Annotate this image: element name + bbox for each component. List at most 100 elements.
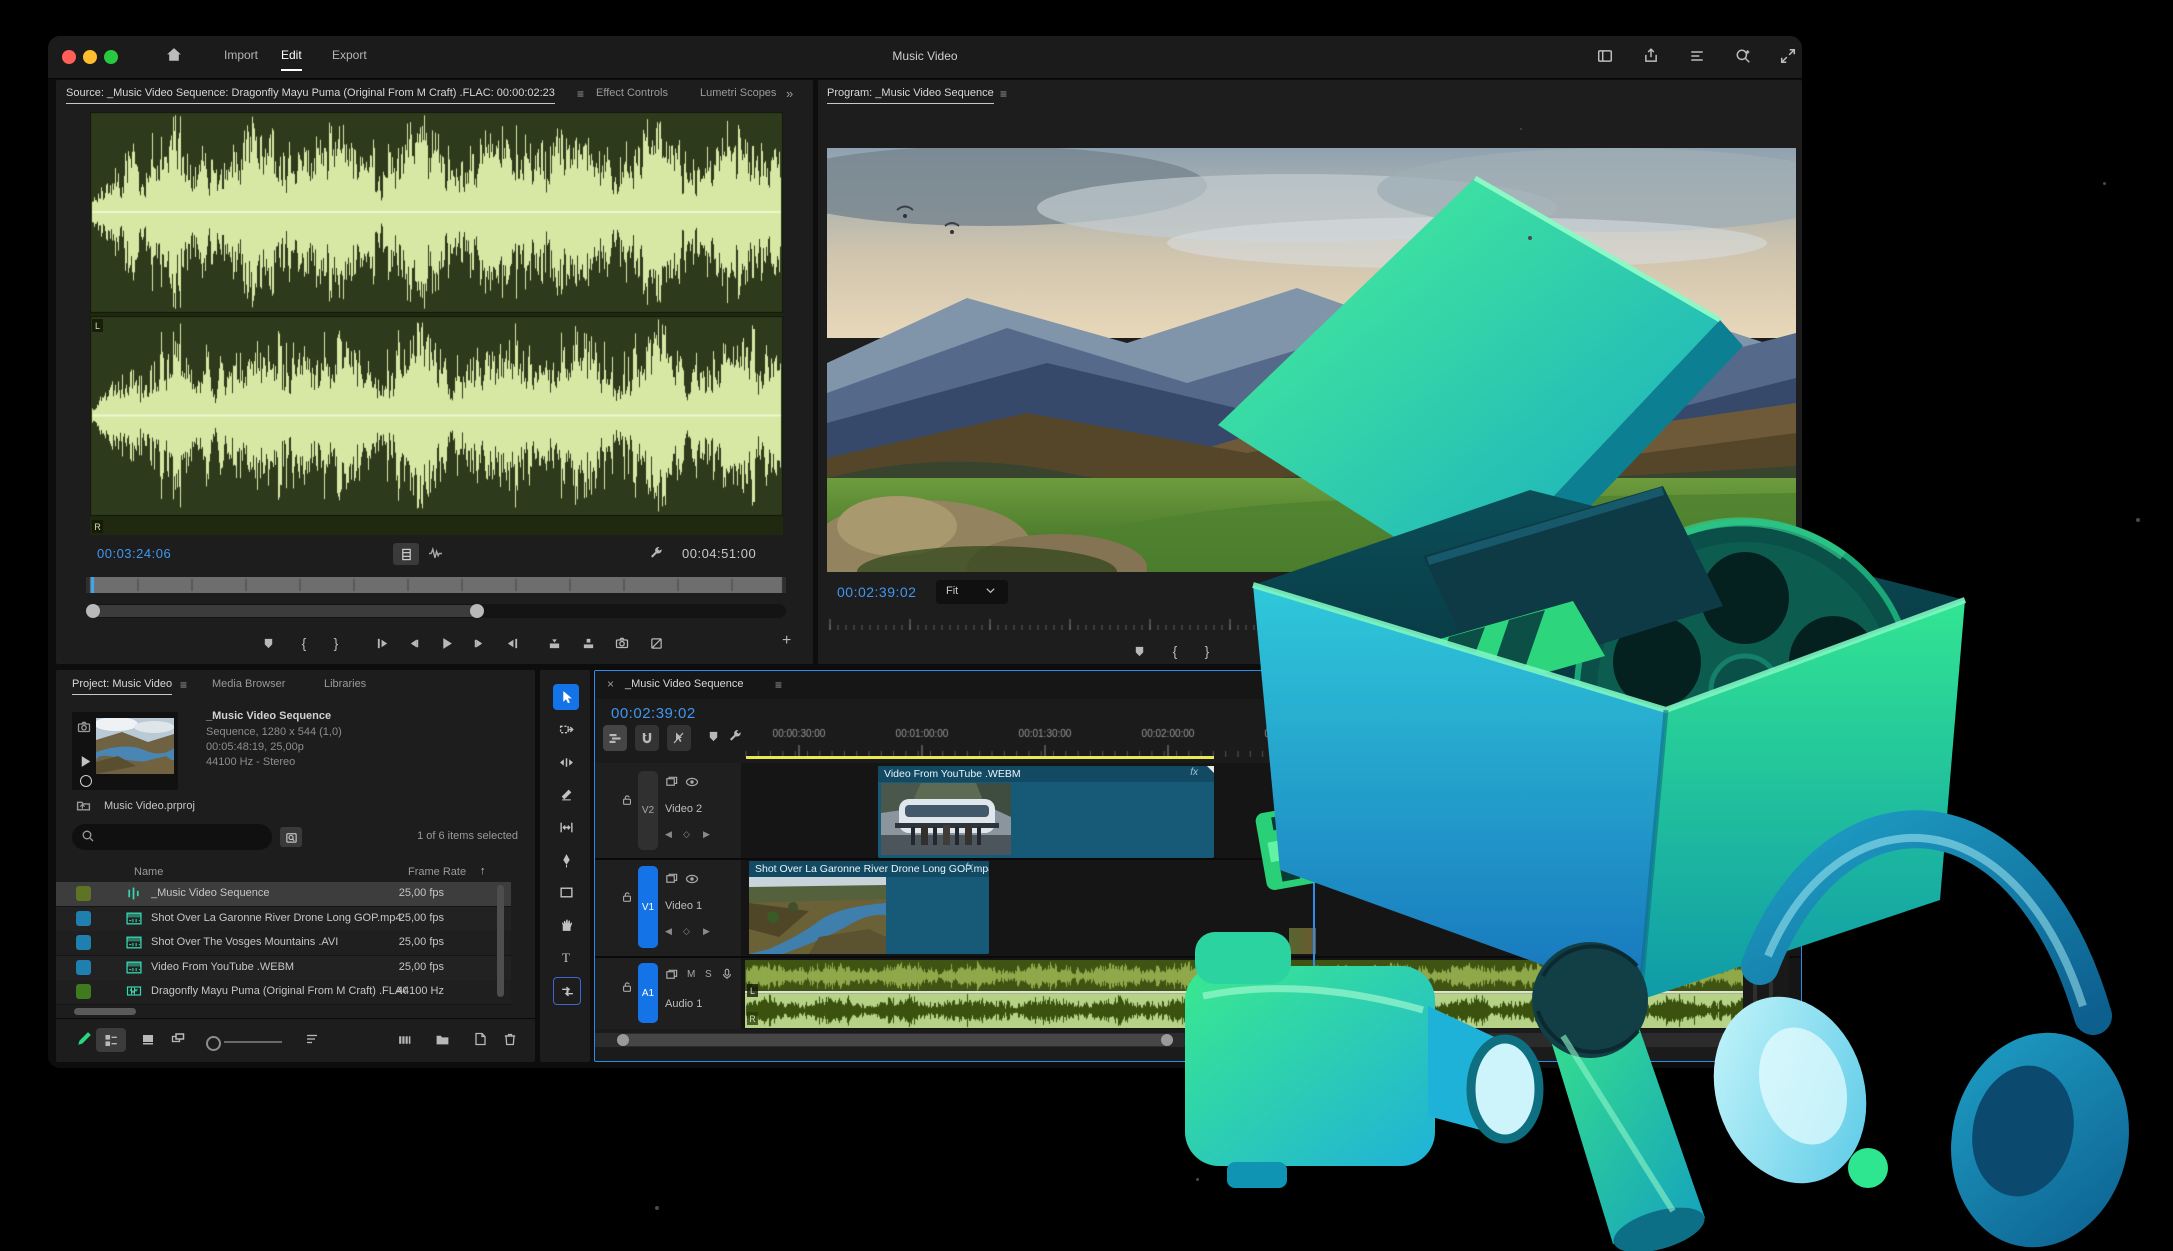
panel-menu-icon[interactable]: ≡ <box>775 678 782 692</box>
hand-tool[interactable] <box>553 912 579 938</box>
timeline-ruler[interactable] <box>745 719 1795 757</box>
project-item-row[interactable]: Video From YouTube .WEBM25,00 fps <box>56 956 511 981</box>
lock-icon[interactable] <box>621 980 633 998</box>
go-to-in-button[interactable] <box>370 632 394 654</box>
track-target-v2[interactable]: V2 <box>638 771 658 850</box>
column-header-frame-rate[interactable]: Frame Rate <box>408 866 466 878</box>
insert-button[interactable] <box>542 632 566 654</box>
zoom-handle-left[interactable] <box>86 604 100 618</box>
mark-in-button[interactable]: { <box>292 632 316 654</box>
label-color-chip[interactable] <box>76 960 91 975</box>
zoom-slider-track[interactable] <box>224 1041 282 1043</box>
export-frame-button[interactable] <box>610 632 634 654</box>
tab-project[interactable]: Project: Music Video <box>72 678 172 695</box>
kf-next-icon[interactable]: ▶ <box>703 926 710 937</box>
kf-next-icon[interactable]: ▶ <box>703 829 710 840</box>
playhead[interactable] <box>1313 727 1315 1045</box>
add-panel-button[interactable]: + <box>782 632 791 650</box>
nested-sequence-icon[interactable] <box>603 725 627 751</box>
play-button[interactable] <box>434 632 458 654</box>
panel-menu-icon[interactable]: ≡ <box>577 87 584 101</box>
step-back-button[interactable] <box>402 632 426 654</box>
list-view-icon[interactable] <box>96 1028 126 1052</box>
new-item-icon[interactable] <box>468 1028 492 1050</box>
rectangle-tool[interactable] <box>553 880 579 906</box>
new-bin-icon[interactable] <box>430 1028 454 1050</box>
folder-up-icon[interactable] <box>76 798 91 818</box>
tab-media-browser[interactable]: Media Browser <box>212 678 285 690</box>
settings-wrench-icon[interactable] <box>649 546 663 565</box>
clip-video-from-youtube[interactable]: Video From YouTube .WEBM fx <box>878 766 1214 858</box>
track-name[interactable]: Video 2 <box>665 803 702 815</box>
search-box[interactable] <box>72 824 272 850</box>
source-patch-icon[interactable] <box>665 872 678 890</box>
source-patch-icon[interactable] <box>665 775 678 793</box>
sort-direction-icon[interactable]: ↑ <box>480 865 486 877</box>
track-name[interactable]: Audio 1 <box>665 998 702 1010</box>
project-item-row[interactable]: Shot Over La Garonne River Drone Long GO… <box>56 907 511 932</box>
project-item-row[interactable]: Dragonfly Mayu Puma (Original From M Cra… <box>56 980 511 1005</box>
project-item-row[interactable]: Shot Over The Vosges Mountains .AVI25,00… <box>56 931 511 956</box>
icon-view-icon[interactable] <box>136 1028 160 1050</box>
panel-menu-icon[interactable]: ≡ <box>1000 87 1007 101</box>
zoom-level-select[interactable]: Fit <box>936 580 1008 604</box>
tab-source[interactable]: Source: _Music Video Sequence: Dragonfly… <box>66 87 555 104</box>
clip-shot-over-garonne[interactable]: Shot Over La Garonne River Drone Long GO… <box>749 861 989 954</box>
label-color-chip[interactable] <box>76 935 91 950</box>
play-preview-icon[interactable] <box>78 754 93 774</box>
sort-icon[interactable] <box>300 1028 324 1050</box>
timeline-position-timecode[interactable]: 00:02:39:02 <box>611 705 696 722</box>
track-target-a1[interactable]: A1 <box>638 963 658 1023</box>
lock-icon[interactable] <box>621 890 633 908</box>
volume-rubber-band[interactable] <box>745 991 1755 993</box>
remix-tool[interactable] <box>553 977 581 1005</box>
kf-add-icon[interactable]: ◇ <box>683 829 690 840</box>
timeline-scrollbar[interactable] <box>595 1033 1801 1047</box>
project-item-row[interactable]: _Music Video Sequence25,00 fps <box>56 882 511 907</box>
track-name[interactable]: Video 1 <box>665 900 702 912</box>
panel-menu-icon[interactable]: ≡ <box>180 678 187 692</box>
filmstrip-view-icon[interactable] <box>393 543 419 565</box>
quick-search-icon[interactable] <box>1735 48 1753 66</box>
track-output-eye-icon[interactable] <box>685 775 699 794</box>
track-select-forward-tool[interactable] <box>553 717 579 743</box>
waveform-view-icon[interactable] <box>428 546 443 566</box>
program-mini-ruler[interactable] <box>827 616 1796 630</box>
step-forward-button[interactable] <box>466 632 490 654</box>
razor-tool[interactable] <box>553 782 579 808</box>
scroll-handle-left[interactable] <box>617 1034 629 1046</box>
source-position-timecode[interactable]: 00:03:24:06 <box>97 546 171 561</box>
tab-program[interactable]: Program: _Music Video Sequence <box>827 87 994 104</box>
tab-libraries[interactable]: Libraries <box>324 678 366 690</box>
mic-icon[interactable] <box>721 967 733 985</box>
program-position-timecode[interactable]: 00:02:39:02 <box>837 584 916 600</box>
kf-prev-icon[interactable]: ◀ <box>665 926 672 937</box>
zoom-slider-handle[interactable] <box>206 1036 221 1051</box>
ripple-edit-tool[interactable] <box>553 749 579 775</box>
snap-icon[interactable] <box>635 725 659 751</box>
thumbnail-scrubber[interactable] <box>80 775 92 787</box>
project-file-name[interactable]: Music Video.prproj <box>104 800 195 812</box>
mark-out-button[interactable]: } <box>1195 640 1219 662</box>
vertical-scrollbar[interactable] <box>497 885 504 997</box>
label-color-chip[interactable] <box>76 886 91 901</box>
go-to-out-button[interactable] <box>500 632 524 654</box>
horizontal-scrollbar[interactable] <box>74 1008 136 1015</box>
tab-effect-controls[interactable]: Effect Controls <box>596 87 668 99</box>
track-output-eye-icon[interactable] <box>685 872 699 891</box>
timeline-settings-icon[interactable] <box>723 725 747 747</box>
lock-icon[interactable] <box>621 793 633 811</box>
label-color-chip[interactable] <box>76 984 91 999</box>
column-header-name[interactable]: Name <box>134 866 163 878</box>
mark-out-button[interactable]: } <box>324 632 348 654</box>
share-icon[interactable] <box>1643 48 1661 66</box>
source-patch-icon[interactable] <box>665 968 678 986</box>
label-color-chip[interactable] <box>76 911 91 926</box>
source-audio-waveform[interactable] <box>90 112 783 535</box>
overwrite-button[interactable] <box>576 632 600 654</box>
kf-prev-icon[interactable]: ◀ <box>665 829 672 840</box>
source-mini-ruler[interactable] <box>86 577 786 593</box>
automate-to-sequence-icon[interactable] <box>392 1028 416 1050</box>
add-marker-icon[interactable] <box>701 725 725 747</box>
kf-add-icon[interactable]: ◇ <box>683 926 690 937</box>
